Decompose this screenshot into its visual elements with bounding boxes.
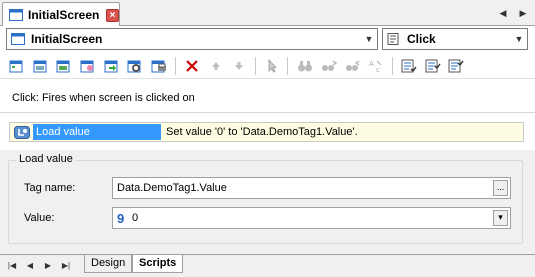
screen-selector-value: InitialScreen — [31, 32, 103, 46]
next-tab-icon[interactable]: ▶ — [42, 260, 54, 272]
value-dropdown-button[interactable]: ▾ — [493, 210, 508, 226]
action-name: Load value — [33, 124, 161, 140]
add-tag-action-icon[interactable] — [79, 58, 97, 74]
list-check-icon[interactable] — [400, 58, 418, 74]
find-next-icon[interactable] — [320, 58, 338, 74]
tag-name-value: Data.DemoTag1.Value — [117, 182, 227, 194]
value-label: Value: — [24, 212, 55, 224]
toolbar-separator — [392, 57, 393, 75]
load-value-icon — [14, 126, 30, 139]
tab-initialscreen[interactable]: InitialScreen × — [2, 2, 120, 27]
previous-tab-icon[interactable]: ◀ — [24, 260, 36, 272]
tag-name-label: Tag name: — [24, 182, 76, 194]
tab-scripts[interactable]: Scripts — [132, 255, 184, 273]
last-tab-icon[interactable]: ▶| — [60, 260, 72, 272]
numeric-type-icon: 9 — [117, 211, 125, 226]
action-description: Set value '0' to 'Data.DemoTag1.Value'. — [166, 126, 358, 138]
first-tab-icon[interactable]: |◀ — [6, 260, 18, 272]
event-selector-value: Click — [407, 32, 436, 46]
delete-icon[interactable] — [183, 58, 201, 74]
move-down-icon[interactable] — [230, 58, 248, 74]
properties-group — [8, 160, 523, 244]
toolbar-separator — [287, 57, 288, 75]
value-value: 0 — [132, 212, 139, 224]
tab-scroll-left-icon[interactable]: ◀ — [497, 7, 509, 19]
chevron-down-icon[interactable]: ▼ — [512, 31, 526, 47]
tab-design[interactable]: Design — [84, 255, 133, 273]
event-description: Click: Fires when screen is clicked on — [12, 92, 195, 104]
view-tab-bar: |◀ ◀ ▶ ▶| Design Scripts — [0, 254, 535, 277]
screen-icon — [11, 33, 25, 45]
properties-group-title: Load value — [16, 153, 76, 165]
pointer-icon[interactable] — [263, 58, 281, 74]
event-icon — [387, 33, 399, 45]
add-settings-action-icon[interactable] — [126, 58, 144, 74]
screen-icon — [9, 9, 23, 21]
add-script-action-icon[interactable] — [103, 58, 121, 74]
move-up-icon[interactable] — [207, 58, 225, 74]
add-action-icon[interactable] — [8, 58, 26, 74]
list-check-3-icon[interactable] — [447, 58, 465, 74]
value-field[interactable]: 9 0 ▾ — [112, 207, 511, 229]
event-selector[interactable]: Click ▼ — [382, 28, 528, 50]
browse-button[interactable]: ... — [493, 180, 508, 196]
toolbar-separator — [255, 57, 256, 75]
actions-toolbar: Ac — [0, 53, 535, 79]
add-action-2-icon[interactable] — [32, 58, 50, 74]
tab-label: InitialScreen — [28, 8, 100, 22]
svg-text:A: A — [369, 60, 374, 68]
add-screen-action-icon[interactable] — [55, 58, 73, 74]
chevron-down-icon[interactable]: ▼ — [362, 31, 376, 47]
divider — [0, 112, 535, 113]
screen-selector[interactable]: InitialScreen ▼ — [6, 28, 378, 50]
toolbar-separator — [175, 57, 176, 75]
action-list-item[interactable]: Load value Set value '0' to 'Data.DemoTa… — [9, 122, 524, 142]
replace-icon[interactable]: Ac — [367, 58, 385, 74]
close-tab-icon[interactable]: × — [106, 9, 119, 22]
find-prev-icon[interactable] — [343, 58, 361, 74]
tab-scroll-right-icon[interactable]: ▶ — [517, 7, 529, 19]
list-check-2-icon[interactable] — [424, 58, 442, 74]
binoculars-icon[interactable] — [296, 58, 314, 74]
document-tab-strip: InitialScreen × ◀ ▶ — [0, 0, 535, 27]
add-print-action-icon[interactable] — [150, 58, 168, 74]
svg-text:c: c — [376, 66, 380, 74]
tag-name-field[interactable]: Data.DemoTag1.Value ... — [112, 177, 511, 199]
